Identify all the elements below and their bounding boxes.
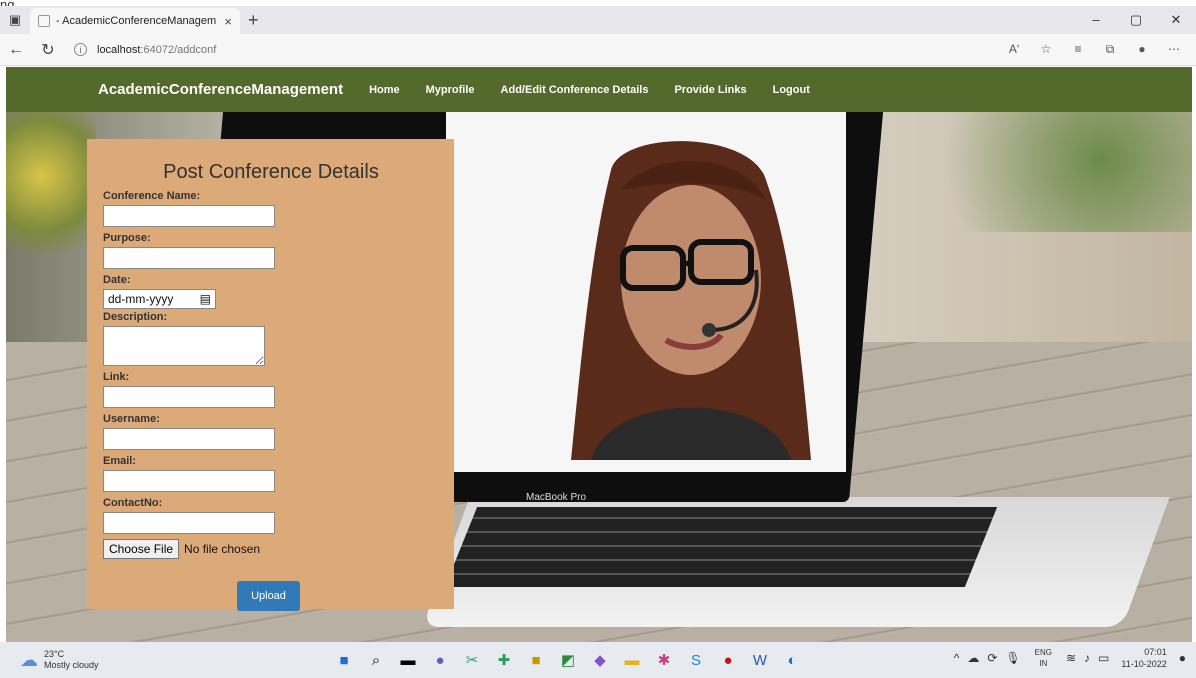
windows-taskbar: ☁ 23°C Mostly cloudy ■ ⌕ ▬ ● ✂ ✚ ■ ◩ ◆ ▬… bbox=[0, 642, 1196, 678]
nav-logout[interactable]: Logout bbox=[773, 84, 810, 96]
browser-tab-bar: ▣ - AcademicConferenceManagem × + – ▢ ✕ bbox=[0, 6, 1196, 34]
snipping-icon[interactable]: ✂ bbox=[456, 648, 488, 672]
laptop-brand-label: MacBook Pro bbox=[526, 492, 587, 503]
email-input[interactable] bbox=[103, 470, 275, 492]
tab-title: - AcademicConferenceManagem bbox=[56, 15, 217, 27]
lang-code: ENG bbox=[1034, 648, 1052, 657]
mic-icon[interactable]: 🎙 bbox=[1005, 651, 1020, 665]
conference-name-input[interactable] bbox=[103, 205, 275, 227]
more-icon[interactable]: ⋯ bbox=[1158, 42, 1190, 57]
file-status: No file chosen bbox=[184, 542, 261, 556]
description-textarea[interactable] bbox=[103, 326, 265, 366]
app-icon[interactable]: ✚ bbox=[488, 648, 520, 672]
link-label: Link: bbox=[103, 371, 130, 383]
notes-icon[interactable]: ■ bbox=[520, 648, 552, 672]
clock-date: 11-10-2022 bbox=[1121, 659, 1167, 669]
address-bar-row: ← ↻ i localhost:64072/addconf Aʹ ☆ ≡ ⧉ ●… bbox=[0, 34, 1196, 66]
clock[interactable]: 07:01 11-10-2022 bbox=[1121, 646, 1166, 670]
lang-region: IN bbox=[1039, 659, 1048, 668]
url-path: :64072/addconf bbox=[140, 43, 217, 56]
description-label: Description: bbox=[103, 311, 168, 323]
upload-button[interactable]: Upload bbox=[237, 581, 300, 611]
username-input[interactable] bbox=[103, 428, 275, 450]
foliage-left bbox=[6, 112, 96, 272]
search-icon[interactable]: ⌕ bbox=[360, 648, 392, 672]
info-icon[interactable]: i bbox=[74, 43, 87, 56]
form-title: Post Conference Details bbox=[163, 161, 379, 183]
url-host: localhost bbox=[97, 43, 141, 56]
contact-label: ContactNo: bbox=[103, 497, 163, 509]
visual-studio-icon[interactable]: ◆ bbox=[584, 648, 616, 672]
back-button[interactable]: ← bbox=[0, 41, 32, 59]
foliage-right bbox=[892, 112, 1192, 232]
collections-icon[interactable]: ⧉ bbox=[1094, 42, 1126, 57]
date-input[interactable]: dd-mm-yyyy ▤ bbox=[103, 289, 216, 309]
language-indicator[interactable]: ENG IN bbox=[1035, 647, 1052, 669]
page-icon bbox=[38, 15, 50, 27]
record-icon[interactable]: ● bbox=[712, 648, 744, 672]
tab-actions-icon[interactable]: ▣ bbox=[0, 6, 30, 34]
slack-icon[interactable]: ✱ bbox=[648, 648, 680, 672]
onedrive-icon[interactable]: ☁ bbox=[967, 651, 979, 665]
contact-input[interactable] bbox=[103, 512, 275, 534]
profile-icon[interactable]: ● bbox=[1126, 42, 1158, 57]
battery-icon[interactable]: ▭ bbox=[1098, 651, 1109, 665]
read-aloud-icon[interactable]: Aʹ bbox=[998, 42, 1030, 57]
nav-myprofile[interactable]: Myprofile bbox=[426, 84, 475, 96]
favorite-icon[interactable]: ☆ bbox=[1030, 42, 1062, 57]
task-view-icon[interactable]: ▬ bbox=[392, 648, 424, 672]
url-field[interactable]: i localhost:64072/addconf bbox=[74, 38, 988, 62]
file-upload-row: Choose File No file chosen bbox=[103, 539, 439, 559]
weather-temp: 23°C bbox=[44, 649, 65, 659]
notification-icon[interactable]: ● bbox=[1179, 651, 1186, 665]
choose-file-button[interactable]: Choose File bbox=[103, 539, 180, 559]
purpose-label: Purpose: bbox=[103, 232, 151, 244]
minimize-button[interactable]: – bbox=[1076, 6, 1116, 34]
skype-icon[interactable]: S bbox=[680, 648, 712, 672]
sync-icon[interactable]: ⟳ bbox=[987, 651, 997, 665]
close-window-button[interactable]: ✕ bbox=[1156, 6, 1196, 34]
nav-add-edit-conference[interactable]: Add/Edit Conference Details bbox=[501, 84, 649, 96]
date-label: Date: bbox=[103, 274, 131, 286]
email-label: Email: bbox=[103, 455, 137, 467]
sheet-icon[interactable]: ◩ bbox=[552, 648, 584, 672]
weather-widget[interactable]: ☁ 23°C Mostly cloudy bbox=[20, 649, 99, 671]
weather-desc: Mostly cloudy bbox=[44, 660, 99, 670]
maximize-button[interactable]: ▢ bbox=[1116, 6, 1156, 34]
clock-time: 07:01 bbox=[1144, 647, 1167, 657]
file-explorer-icon[interactable]: ▬ bbox=[616, 648, 648, 672]
conference-name-label: Conference Name: bbox=[103, 190, 201, 202]
date-placeholder: dd-mm-yyyy bbox=[108, 292, 174, 306]
calendar-icon[interactable]: ▤ bbox=[200, 292, 211, 306]
nav-home[interactable]: Home bbox=[369, 84, 400, 96]
purpose-input[interactable] bbox=[103, 247, 275, 269]
new-tab-button[interactable]: + bbox=[248, 10, 259, 31]
system-tray: ^ ☁ ⟳ 🎙 ENG IN ≋ ♪ ▭ 07:01 11-10-2022 ● bbox=[950, 646, 1190, 670]
person-with-headset-image bbox=[571, 141, 811, 460]
nav-provide-links[interactable]: Provide Links bbox=[674, 84, 746, 96]
chevron-up-icon[interactable]: ^ bbox=[954, 651, 960, 665]
close-tab-icon[interactable]: × bbox=[224, 14, 232, 29]
link-input[interactable] bbox=[103, 386, 275, 408]
chat-icon[interactable]: ● bbox=[424, 648, 456, 672]
site-brand[interactable]: AcademicConferenceManagement bbox=[98, 81, 343, 98]
username-label: Username: bbox=[103, 413, 160, 425]
site-navbar: AcademicConferenceManagement Home Myprof… bbox=[6, 67, 1192, 112]
favorites-list-icon[interactable]: ≡ bbox=[1062, 42, 1094, 57]
browser-tab[interactable]: - AcademicConferenceManagem × bbox=[30, 8, 240, 34]
cloud-icon: ☁ bbox=[20, 649, 38, 670]
wifi-icon[interactable]: ≋ bbox=[1066, 651, 1076, 665]
edge-icon[interactable]: ◐ bbox=[776, 648, 808, 672]
laptop-keyboard bbox=[444, 507, 998, 587]
post-conference-form: Post Conference Details Conference Name:… bbox=[87, 139, 454, 611]
volume-icon[interactable]: ♪ bbox=[1084, 651, 1090, 665]
refresh-button[interactable]: ↻ bbox=[32, 40, 64, 60]
word-icon[interactable]: W bbox=[744, 648, 776, 672]
start-icon[interactable]: ■ bbox=[328, 648, 360, 672]
